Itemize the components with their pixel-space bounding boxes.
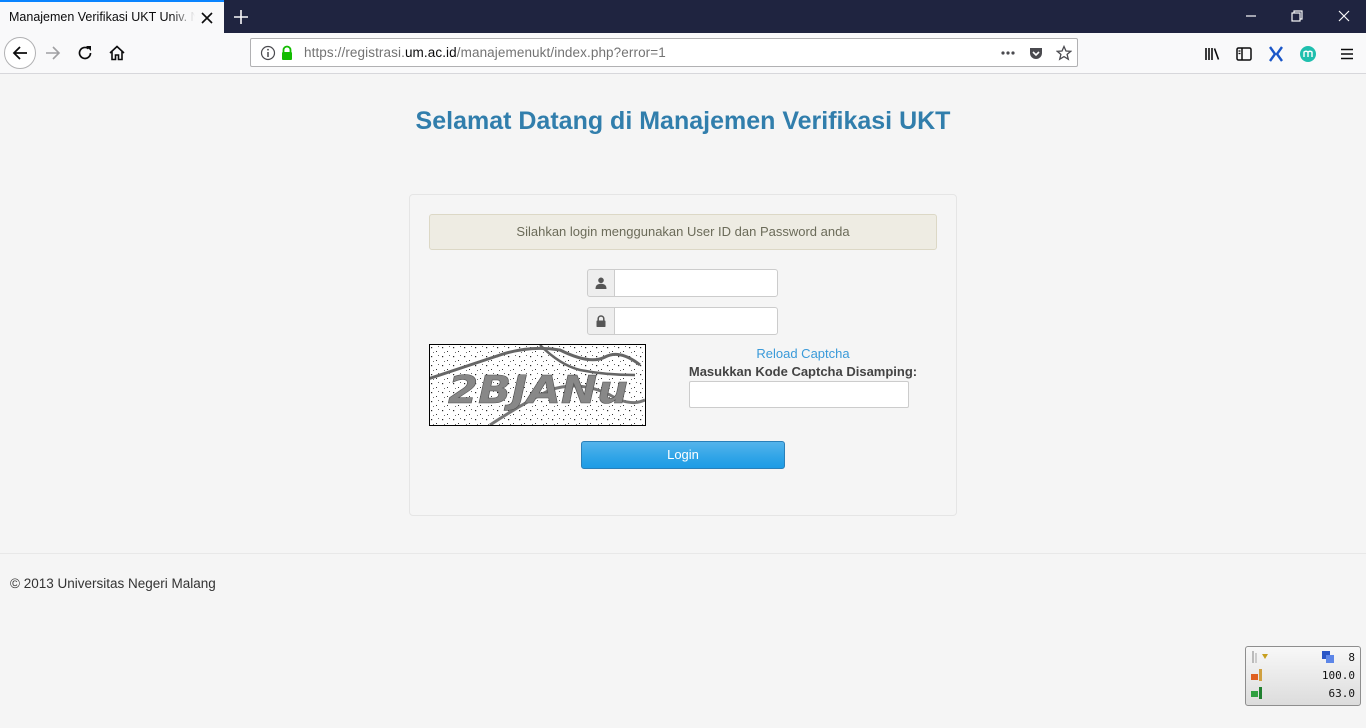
captcha-code: 2BJANu	[448, 368, 628, 412]
url-prefix: https://registrasi.	[304, 45, 405, 60]
memory-icon	[1251, 687, 1262, 699]
reload-button[interactable]	[70, 38, 100, 68]
library-icon[interactable]	[1203, 45, 1221, 63]
address-bar[interactable]: https://registrasi.um.ac.id/manajemenukt…	[250, 38, 1078, 67]
lock-icon-addon	[587, 307, 615, 335]
page-title: Selamat Datang di Manajemen Verifikasi U…	[415, 107, 951, 135]
bookmark-star-icon[interactable]	[1056, 45, 1072, 61]
pocket-icon[interactable]	[1028, 45, 1044, 61]
forward-button[interactable]	[38, 38, 68, 68]
arrow-right-icon	[46, 46, 61, 60]
tab-title: Manajemen Verifikasi UKT Univ. Negeri Ma…	[9, 10, 195, 24]
arrow-left-icon	[12, 46, 27, 60]
network-icon	[1252, 651, 1268, 663]
cpu-icon	[1251, 669, 1262, 681]
minimize-icon[interactable]	[1244, 9, 1258, 23]
menu-icon[interactable]	[1338, 45, 1356, 63]
padlock-icon	[596, 315, 606, 327]
close-tab-icon[interactable]	[200, 11, 214, 25]
password-input[interactable]	[614, 307, 778, 335]
captcha-graphic: 2BJANu	[430, 345, 645, 425]
footer-divider	[0, 553, 1366, 554]
captcha-input[interactable]	[689, 381, 909, 408]
system-monitor-widget[interactable]: 8 100.0 63.0	[1245, 646, 1361, 706]
footer-copyright: © 2013 Universitas Negeri Malang	[10, 576, 216, 591]
monitor-value-1: 8	[1348, 651, 1355, 664]
new-tab-icon[interactable]	[232, 8, 250, 26]
window-close-icon[interactable]	[1337, 9, 1351, 23]
url-text[interactable]: https://registrasi.um.ac.id/manajemenukt…	[304, 45, 666, 60]
home-icon	[109, 45, 125, 61]
monitor-row-2: 100.0	[1250, 668, 1358, 684]
monitor-row-3: 63.0	[1250, 686, 1358, 702]
reload-icon	[78, 46, 92, 60]
sidebar-icon[interactable]	[1235, 45, 1253, 63]
reload-captcha-link[interactable]: Reload Captcha	[690, 346, 916, 361]
password-group	[587, 307, 778, 335]
lock-icon[interactable]	[279, 45, 295, 61]
login-panel: Silahkan login menggunakan User ID dan P…	[409, 194, 957, 516]
username-input[interactable]	[614, 269, 778, 297]
extension-x-icon[interactable]	[1267, 45, 1285, 63]
login-info-alert: Silahkan login menggunakan User ID dan P…	[429, 214, 937, 250]
captcha-image: 2BJANu	[429, 344, 646, 426]
captcha-label: Masukkan Kode Captcha Disamping:	[688, 364, 918, 379]
browser-tab-strip: Manajemen Verifikasi UKT Univ. Negeri Ma…	[0, 0, 1366, 33]
monitor-row-1: 8	[1250, 650, 1358, 666]
url-domain: um.ac.id	[404, 45, 457, 60]
extension-m-icon[interactable]	[1299, 45, 1317, 63]
back-button[interactable]	[4, 37, 36, 69]
username-group	[587, 269, 778, 297]
monitor-value-3: 63.0	[1328, 687, 1356, 700]
browser-tab[interactable]: Manajemen Verifikasi UKT Univ. Negeri Ma…	[0, 0, 224, 33]
url-path: /manajemenukt/index.php?error=1	[456, 45, 666, 60]
windows-icon	[1322, 651, 1334, 663]
more-actions-icon[interactable]	[1000, 45, 1016, 61]
user-icon-addon	[587, 269, 615, 297]
home-button[interactable]	[102, 38, 132, 68]
login-button[interactable]: Login	[581, 441, 785, 469]
restore-icon[interactable]	[1290, 9, 1304, 23]
info-icon[interactable]	[260, 45, 276, 61]
user-icon	[595, 277, 607, 289]
navigation-toolbar: https://registrasi.um.ac.id/manajemenukt…	[0, 33, 1366, 74]
monitor-value-2: 100.0	[1321, 669, 1355, 682]
